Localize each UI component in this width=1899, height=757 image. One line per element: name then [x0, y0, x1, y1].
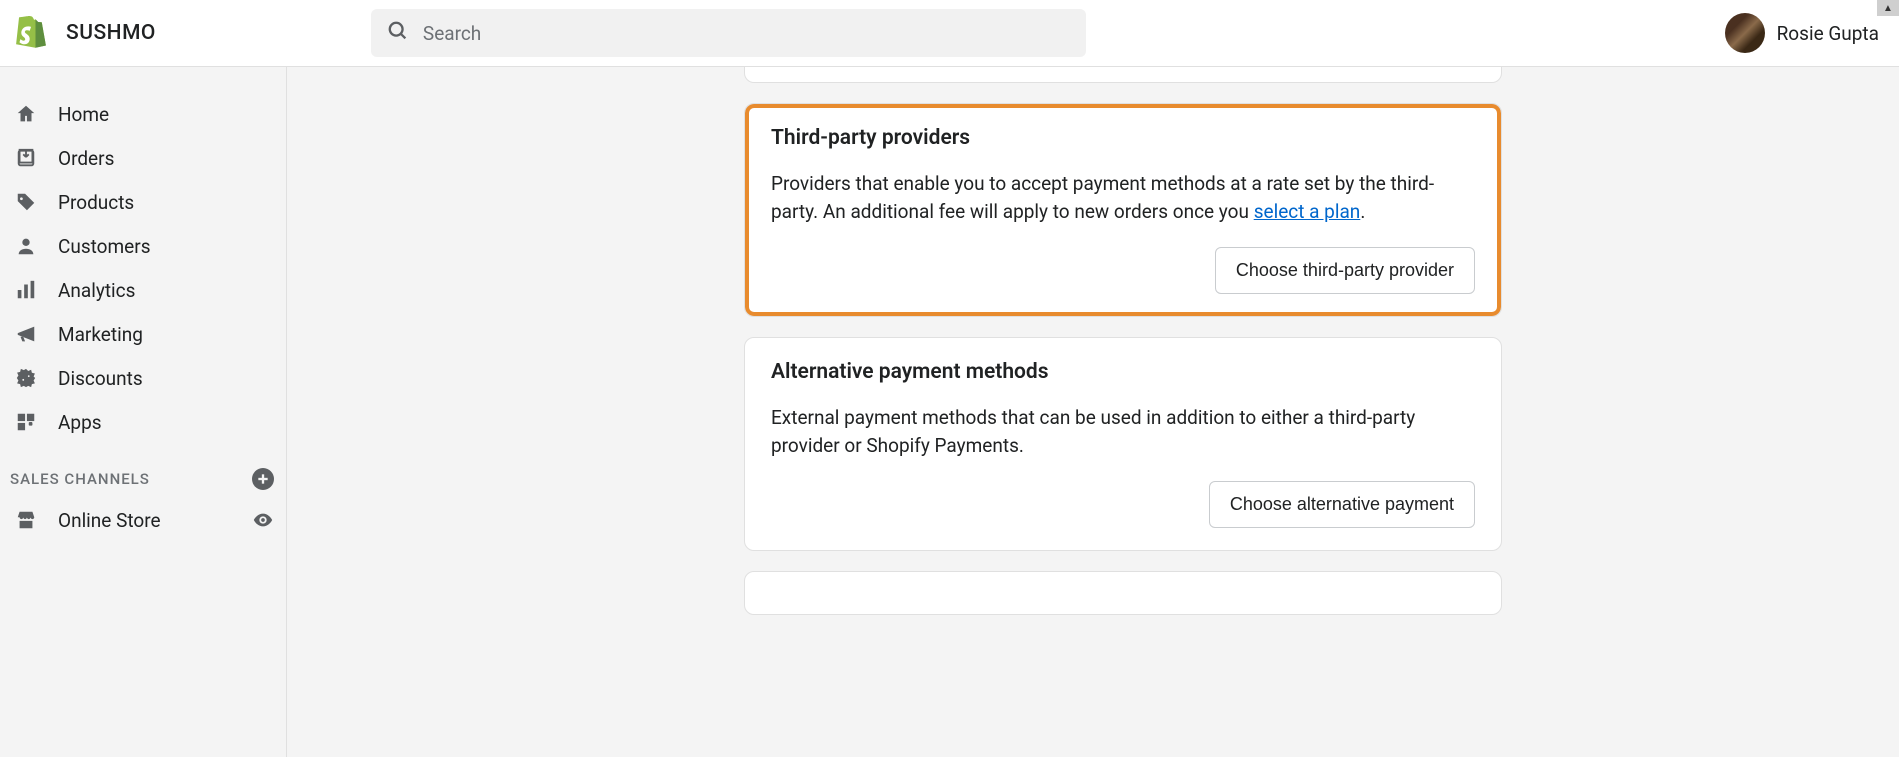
- card-above-cutoff: [744, 67, 1502, 83]
- sidebar-item-apps[interactable]: Apps: [0, 400, 286, 444]
- sidebar-item-label: Analytics: [58, 279, 135, 302]
- app-header: SUSHMO Search Rosie Gupta: [0, 0, 1899, 67]
- scroll-up-indicator[interactable]: ▲: [1877, 0, 1899, 16]
- sidebar-item-marketing[interactable]: Marketing: [0, 312, 286, 356]
- section-label: SALES CHANNELS: [10, 470, 150, 488]
- orders-icon: [14, 146, 38, 170]
- main-content: Third-party providers Providers that ena…: [287, 67, 1899, 757]
- store-name: SUSHMO: [66, 21, 156, 45]
- sidebar-item-home[interactable]: Home: [0, 92, 286, 136]
- customers-icon: [14, 234, 38, 258]
- card-body: External payment methods that can be use…: [771, 404, 1475, 459]
- sidebar-item-orders[interactable]: Orders: [0, 136, 286, 180]
- avatar[interactable]: [1725, 13, 1765, 53]
- analytics-icon: [14, 278, 38, 302]
- sidebar-item-label: Apps: [58, 411, 102, 434]
- products-icon: [14, 190, 38, 214]
- choose-third-party-button[interactable]: Choose third-party provider: [1215, 247, 1475, 294]
- card-below-cutoff: [744, 571, 1502, 615]
- card-alternative-payment-methods: Alternative payment methods External pay…: [744, 337, 1502, 551]
- card-title: Third-party providers: [771, 126, 1475, 150]
- search-icon: [387, 20, 409, 46]
- select-plan-link[interactable]: select a plan: [1254, 200, 1361, 223]
- card-body: Providers that enable you to accept paym…: [771, 170, 1475, 225]
- sidebar-item-discounts[interactable]: Discounts: [0, 356, 286, 400]
- sidebar: Home Orders Products Customers Analytics: [0, 67, 287, 757]
- discounts-icon: [14, 366, 38, 390]
- search-placeholder: Search: [423, 22, 481, 45]
- shopify-logo-icon: [16, 16, 46, 50]
- sidebar-item-label: Marketing: [58, 323, 143, 346]
- sidebar-item-label: Discounts: [58, 367, 143, 390]
- store-icon: [14, 508, 38, 532]
- search-input[interactable]: Search: [371, 9, 1086, 57]
- card-title: Alternative payment methods: [771, 360, 1475, 384]
- card-third-party-providers: Third-party providers Providers that ena…: [744, 103, 1502, 317]
- sidebar-item-label: Products: [58, 191, 134, 214]
- sidebar-channel-online-store[interactable]: Online Store: [0, 498, 286, 542]
- sidebar-item-products[interactable]: Products: [0, 180, 286, 224]
- user-name[interactable]: Rosie Gupta: [1777, 22, 1879, 45]
- sidebar-item-label: Orders: [58, 147, 114, 170]
- sidebar-item-customers[interactable]: Customers: [0, 224, 286, 268]
- home-icon: [14, 102, 38, 126]
- apps-icon: [14, 410, 38, 434]
- sidebar-section-sales-channels: SALES CHANNELS: [0, 444, 286, 498]
- view-store-button[interactable]: [252, 509, 274, 531]
- choose-alternative-payment-button[interactable]: Choose alternative payment: [1209, 481, 1475, 528]
- sidebar-item-label: Customers: [58, 235, 151, 258]
- add-channel-button[interactable]: [252, 468, 274, 490]
- sidebar-item-label: Home: [58, 103, 109, 126]
- marketing-icon: [14, 322, 38, 346]
- sidebar-channel-label: Online Store: [58, 509, 161, 532]
- sidebar-item-analytics[interactable]: Analytics: [0, 268, 286, 312]
